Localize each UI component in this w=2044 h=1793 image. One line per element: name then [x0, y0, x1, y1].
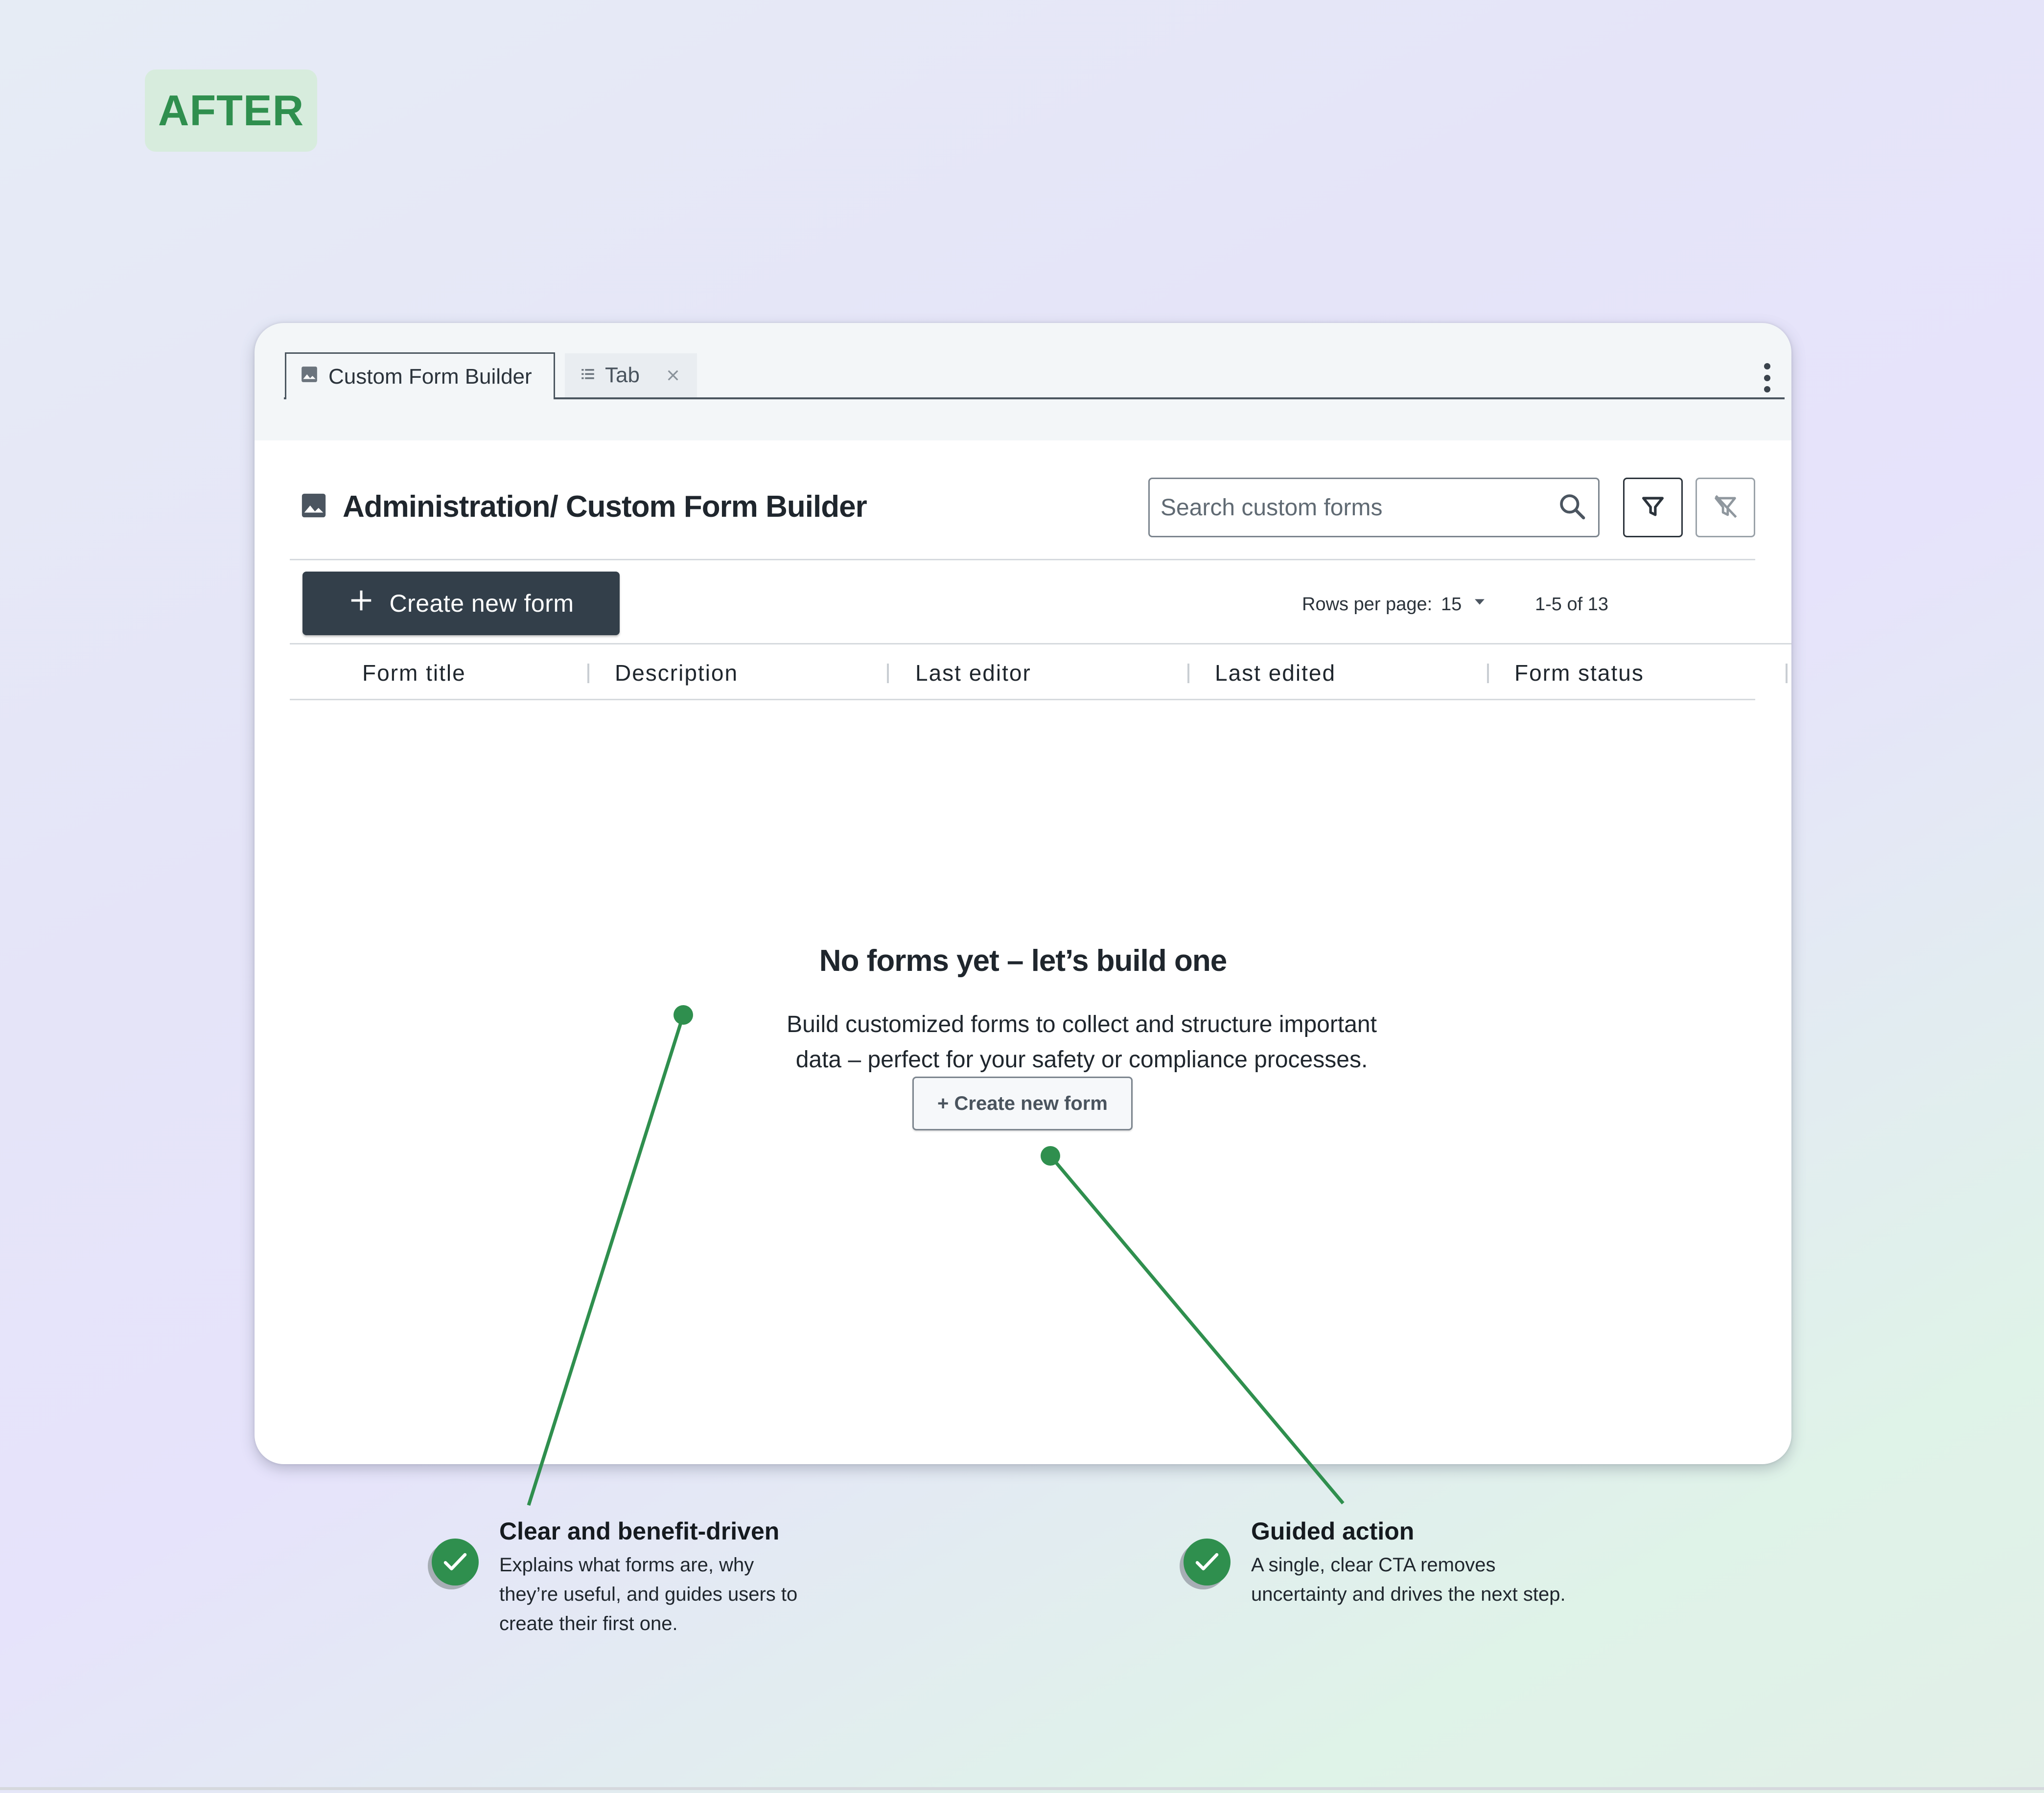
- image-icon: [300, 365, 319, 389]
- create-new-form-button[interactable]: Create new form: [302, 572, 620, 635]
- image-icon: [300, 491, 328, 522]
- column-header-form-status[interactable]: Form status: [1514, 646, 1644, 700]
- column-resize-handle[interactable]: [587, 664, 589, 683]
- app-window: Custom Form Builder Tab Administration/ …: [255, 323, 1791, 1464]
- empty-state-description-line: data – perfect for your safety or compli…: [795, 1047, 1368, 1073]
- callout-line: create their first one.: [499, 1613, 678, 1634]
- page-header: Administration/ Custom Form Builder: [300, 489, 867, 524]
- filter-button[interactable]: [1623, 478, 1683, 537]
- rows-per-page-select[interactable]: 15: [1441, 582, 1488, 626]
- column-header-form-title[interactable]: Form title: [362, 646, 466, 700]
- empty-state-title: No forms yet – let’s build one: [819, 944, 1227, 978]
- column-header-last-editor[interactable]: Last editor: [915, 646, 1031, 700]
- column-resize-handle[interactable]: [1786, 664, 1788, 683]
- empty-state-description-line: Build customized forms to collect and st…: [787, 1011, 1377, 1037]
- column-header-last-edited[interactable]: Last edited: [1215, 646, 1336, 700]
- tab-label: Custom Form Builder: [328, 364, 532, 389]
- callout-body: Explains what forms are, why they’re use…: [499, 1550, 871, 1638]
- create-button-label: Create new form: [389, 590, 574, 617]
- bottom-divider: [0, 1787, 2044, 1790]
- column-resize-handle[interactable]: [887, 664, 889, 683]
- rows-per-page-label: Rows per page:: [1302, 594, 1433, 615]
- more-options-icon[interactable]: [1762, 363, 1772, 392]
- tab-generic[interactable]: Tab: [565, 353, 697, 397]
- column-header-description[interactable]: Description: [615, 646, 738, 700]
- tab-bar: Custom Form Builder Tab: [255, 323, 1791, 399]
- checkmark-icon: [1184, 1539, 1231, 1586]
- tab-label: Tab: [605, 363, 640, 387]
- search-box[interactable]: [1148, 478, 1600, 537]
- table-header: Form title Description Last editor Last …: [255, 646, 1791, 700]
- column-resize-handle[interactable]: [1187, 664, 1189, 683]
- callout-line: uncertainty and drives the next step.: [1251, 1584, 1566, 1605]
- header-divider: [290, 559, 1755, 560]
- callout-line: Explains what forms are, why: [499, 1554, 754, 1576]
- list-icon: [580, 363, 596, 388]
- page-range: 1-5 of 13: [1535, 594, 1608, 615]
- checkmark-icon: [432, 1539, 479, 1586]
- filter-icon: [1639, 492, 1667, 523]
- empty-state-description: Build customized forms to collect and st…: [744, 1007, 1419, 1078]
- empty-state-create-button[interactable]: + Create new form: [912, 1077, 1133, 1130]
- search-icon[interactable]: [1557, 491, 1587, 524]
- table-header-divider: [290, 699, 1755, 700]
- toolbar-divider: [290, 643, 1791, 644]
- callout-body: A single, clear CTA removes uncertainty …: [1251, 1550, 1692, 1609]
- page-title: Administration/ Custom Form Builder: [343, 490, 867, 524]
- callout-line: they’re useful, and guides users to: [499, 1584, 798, 1605]
- caret-down-icon: [1471, 594, 1488, 615]
- filter-off-icon: [1711, 492, 1740, 523]
- callout-title: Clear and benefit-driven: [499, 1517, 780, 1545]
- after-badge: AFTER: [145, 69, 317, 152]
- clear-filter-button[interactable]: [1696, 478, 1755, 537]
- search-input[interactable]: [1161, 494, 1557, 521]
- callout-line: A single, clear CTA removes: [1251, 1554, 1496, 1576]
- plus-icon: [348, 587, 374, 620]
- tab-custom-form-builder[interactable]: Custom Form Builder: [285, 352, 555, 399]
- main-panel: Administration/ Custom Form Builder Crea…: [255, 440, 1791, 1464]
- callout-title: Guided action: [1251, 1517, 1415, 1545]
- rows-per-page-value: 15: [1441, 594, 1462, 615]
- column-resize-handle[interactable]: [1487, 664, 1489, 683]
- close-icon[interactable]: [665, 362, 681, 389]
